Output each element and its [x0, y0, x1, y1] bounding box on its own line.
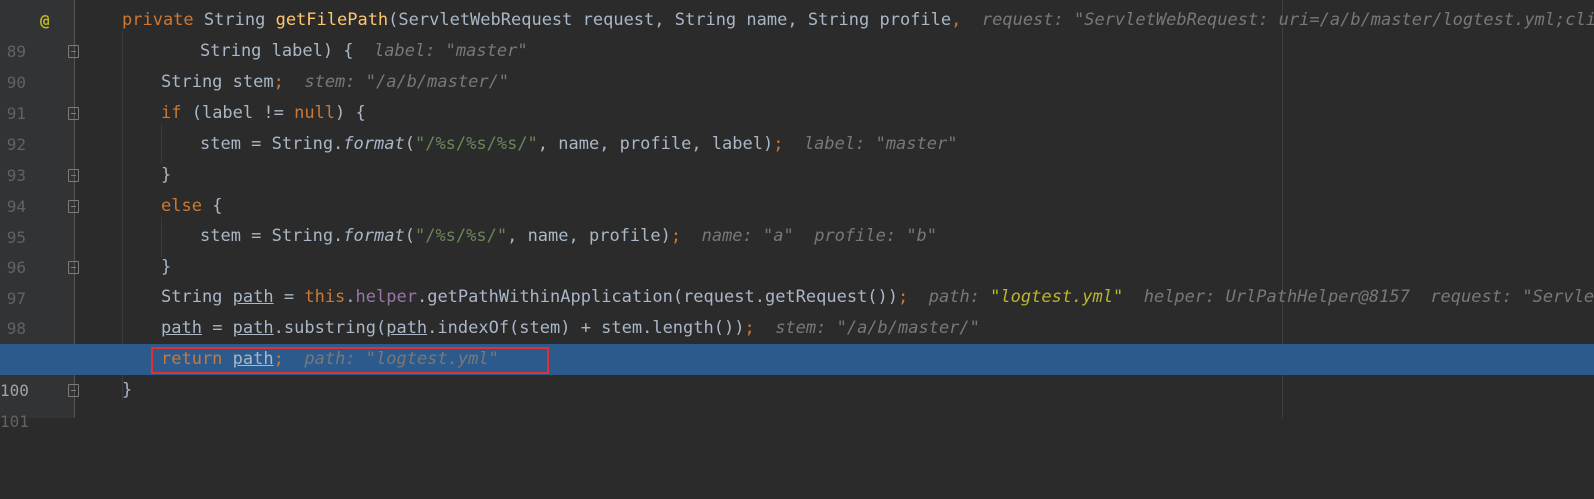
code-text: } [161, 165, 172, 185]
code-line-101[interactable]: 101 } [0, 375, 1594, 431]
code-text: String label) { label: "master" [200, 41, 528, 61]
highlight-box [151, 347, 549, 374]
code-line-91[interactable]: 91 String stem; stem: "/a/b/master/" [0, 67, 1594, 123]
inline-debug-hint: helper: UrlPathHelper@8157 [1143, 287, 1410, 307]
code-line-90[interactable]: 90 String label) { label: "master" [0, 36, 1594, 92]
fold-marker-icon[interactable] [68, 200, 79, 213]
code-text: String stem; stem: "/a/b/master/" [161, 72, 510, 92]
code-text: private String getFilePath(ServletWebReq… [122, 5, 1594, 36]
code-text: stem = String.format("/%s/%s/%s/", name,… [200, 134, 958, 154]
fold-marker-icon[interactable] [68, 261, 79, 274]
fold-marker-icon[interactable] [68, 45, 79, 58]
code-line-98[interactable]: 98 String path = this.helper.getPathWith… [0, 282, 1594, 338]
inline-debug-hint: path: [928, 287, 991, 307]
code-line-94[interactable]: 94 } [0, 160, 1594, 216]
inline-debug-hint: stem: "/a/b/master/" [304, 72, 510, 92]
fold-marker-icon[interactable] [68, 169, 79, 182]
code-text: stem = String.format("/%s/%s/", name, pr… [200, 226, 938, 246]
code-text: String path = this.helper.getPathWithinA… [161, 282, 1594, 313]
inline-debug-hint: stem: "/a/b/master/" [775, 318, 980, 338]
code-text: if (label != null) { [161, 103, 366, 123]
line-number: 101 [0, 412, 29, 431]
code-text: path = path.substring(path.indexOf(stem)… [161, 318, 980, 338]
code-text: } [122, 380, 133, 400]
fold-marker-icon[interactable] [68, 384, 79, 397]
inline-debug-hint: label: "master" [803, 134, 958, 154]
code-line-95[interactable]: 95 else { [0, 191, 1594, 247]
inline-debug-hint: request: "ServletWebRequest: uri=/a/b/ma… [981, 10, 1594, 30]
fold-marker-icon[interactable] [68, 107, 79, 120]
code-line-93[interactable]: 93 stem = String.format("/%s/%s/%s/", na… [0, 129, 1594, 185]
code-line-99[interactable]: 99 path = path.substring(path.indexOf(st… [0, 313, 1594, 369]
code-text: } [161, 257, 172, 277]
inline-debug-hint: request: "ServletWe [1430, 287, 1594, 307]
code-line-96[interactable]: 96 stem = String.format("/%s/%s/", name,… [0, 221, 1594, 277]
code-line-92[interactable]: 92 if (label != null) { [0, 98, 1594, 154]
inline-debug-hint: name: "a" [701, 226, 794, 246]
inline-debug-hint: label: "master" [374, 41, 528, 61]
code-text: else { [161, 196, 223, 216]
code-line-97[interactable]: 97 } [0, 252, 1594, 308]
code-line-89[interactable]: 89 @ private String getFilePath(ServletW… [0, 5, 1594, 61]
override-annotation-icon[interactable]: @ [40, 5, 50, 36]
inline-debug-hint: profile: "b" [814, 226, 938, 246]
